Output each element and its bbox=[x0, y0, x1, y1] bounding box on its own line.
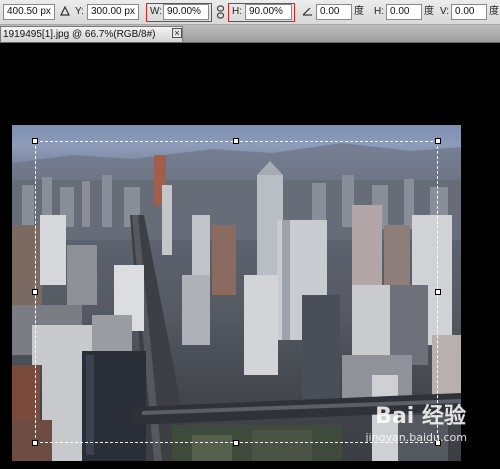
width-scale-field[interactable]: 90.00% bbox=[163, 4, 209, 20]
transform-options-bar: 400.50 px Y: 300.00 px W: 90.00% H: 90.0… bbox=[0, 0, 500, 25]
h-skew-unit-label: 度 bbox=[424, 6, 434, 17]
angle-unit-label: 度 bbox=[354, 6, 364, 17]
transform-handle-top-right[interactable] bbox=[435, 138, 441, 144]
baidu-watermark: Bai 经验 bbox=[375, 404, 466, 429]
v-skew-field[interactable]: 0.00 bbox=[451, 4, 487, 20]
w-label: W: bbox=[150, 6, 163, 17]
x-position-field[interactable]: 400.50 px bbox=[3, 4, 55, 20]
v-skew-label: V: bbox=[440, 6, 450, 17]
height-scale-field[interactable]: 90.00% bbox=[245, 4, 292, 20]
transform-handle-top[interactable] bbox=[233, 138, 239, 144]
close-icon[interactable]: × bbox=[172, 28, 182, 38]
transform-handle-bottom-left[interactable] bbox=[32, 440, 38, 446]
v-skew-unit-label: 度 bbox=[489, 6, 499, 17]
h-label: H: bbox=[232, 6, 242, 17]
transform-handle-left[interactable] bbox=[32, 289, 38, 295]
y-position-field[interactable]: 300.00 px bbox=[87, 4, 139, 20]
transform-handle-top-left[interactable] bbox=[32, 138, 38, 144]
h-skew-label: H: bbox=[374, 6, 384, 17]
watermark-url: jingyan.baidu.com bbox=[365, 431, 467, 444]
transform-handle-right[interactable] bbox=[435, 289, 441, 295]
link-icon[interactable] bbox=[216, 5, 225, 19]
document-tab[interactable]: 1919495[1].jpg @ 66.7%(RGB/8#) bbox=[0, 26, 183, 42]
h-skew-field[interactable]: 0.00 bbox=[386, 4, 422, 20]
y-label: Y: bbox=[75, 6, 84, 17]
transform-handle-bottom[interactable] bbox=[233, 440, 239, 446]
delta-icon[interactable] bbox=[60, 6, 70, 16]
rotate-angle-icon[interactable] bbox=[302, 6, 313, 16]
document-tab-bar: 1919495[1].jpg @ 66.7%(RGB/8#) bbox=[0, 25, 500, 43]
rotation-angle-field[interactable]: 0.00 bbox=[316, 4, 352, 20]
